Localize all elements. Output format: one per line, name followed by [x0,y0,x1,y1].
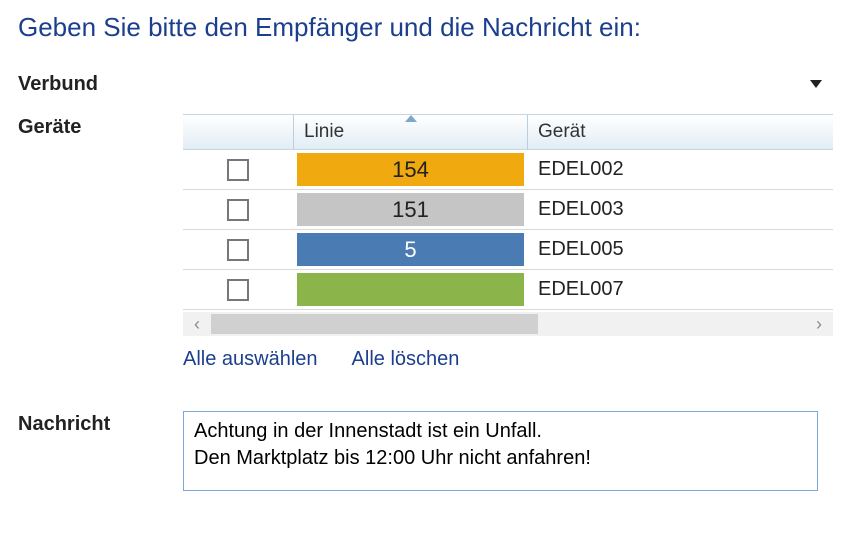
row-linie-cell: 154 [293,150,528,189]
row-geraet-cell: EDEL007 [528,278,828,301]
nachricht-row: Nachricht [18,411,832,496]
header-geraet[interactable]: Gerät [528,115,828,149]
clear-all-link[interactable]: Alle löschen [352,348,460,371]
row-checkbox-cell [183,239,293,261]
nachricht-label: Nachricht [18,411,183,436]
header-linie-label: Linie [304,121,344,143]
scroll-track[interactable] [211,312,805,336]
geraete-label: Geräte [18,114,183,139]
row-geraet-cell: EDEL002 [528,158,828,181]
table-header: Linie Gerät [183,114,833,150]
verbund-dropdown-caret[interactable] [810,80,822,88]
row-checkbox-cell [183,279,293,301]
row-linie-cell: 151 [293,190,528,229]
table-row[interactable]: EDEL007 [183,270,833,310]
header-checkbox-col [183,115,293,149]
scroll-left-icon[interactable]: ‹ [183,314,211,335]
linie-chip: 5 [297,233,524,266]
linie-chip [297,273,524,306]
row-checkbox[interactable] [227,279,249,301]
row-checkbox[interactable] [227,199,249,221]
row-checkbox-cell [183,159,293,181]
selection-links: Alle auswählen Alle löschen [183,348,833,371]
device-table: Linie Gerät 154EDEL002151EDEL0035EDEL005… [183,114,833,336]
select-all-link[interactable]: Alle auswählen [183,348,318,371]
verbund-row: Verbund [18,71,832,96]
page-title: Geben Sie bitte den Empfänger und die Na… [18,12,832,43]
table-row[interactable]: 154EDEL002 [183,150,833,190]
message-textarea[interactable] [183,411,818,491]
row-geraet-cell: EDEL003 [528,198,828,221]
row-checkbox[interactable] [227,159,249,181]
horizontal-scrollbar[interactable]: ‹ › [183,312,833,336]
table-row[interactable]: 151EDEL003 [183,190,833,230]
row-linie-cell: 5 [293,230,528,269]
row-linie-cell [293,270,528,309]
header-geraet-label: Gerät [538,121,586,143]
linie-chip: 151 [297,193,524,226]
table-row[interactable]: 5EDEL005 [183,230,833,270]
scroll-thumb[interactable] [211,314,538,334]
header-linie[interactable]: Linie [293,115,528,149]
geraete-row: Geräte Linie Gerät 154EDEL002151EDEL0035… [18,114,832,371]
linie-chip: 154 [297,153,524,186]
row-checkbox[interactable] [227,239,249,261]
row-geraet-cell: EDEL005 [528,238,828,261]
row-checkbox-cell [183,199,293,221]
sort-asc-icon [405,115,417,122]
scroll-right-icon[interactable]: › [805,314,833,335]
verbund-label: Verbund [18,71,183,96]
